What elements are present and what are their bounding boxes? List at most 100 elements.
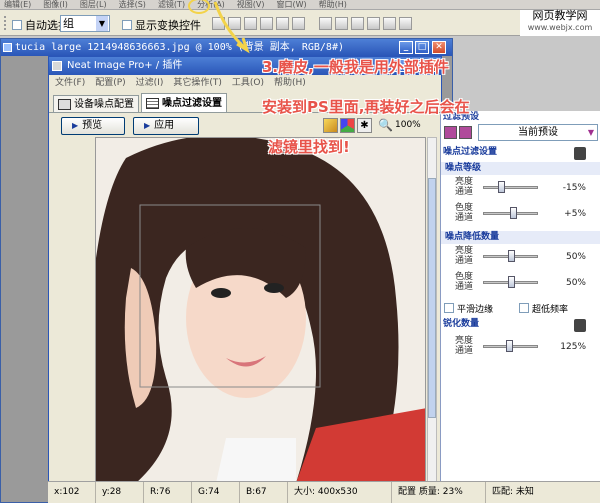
grip-icon	[4, 16, 10, 30]
chevron-down-icon: ▼	[587, 128, 594, 137]
slider-row: 亮度通道 125%	[441, 334, 600, 360]
status-x: x:102	[48, 482, 96, 503]
ps-menubar: 编辑(E) 图像(I) 图层(L) 选择(S) 滤镜(T) 分析(A) 视图(V) 窗口(W)…	[0, 0, 600, 10]
annotation-arrow	[188, 0, 250, 54]
tab-noise-filter-settings[interactable]: 噪点过滤设置	[141, 93, 227, 113]
zoom-level: 100%	[395, 120, 421, 130]
slider-track[interactable]	[483, 207, 538, 219]
note-step: 3.磨皮,一般我是用外部插件	[262, 58, 449, 76]
distribute-left-icon[interactable]	[367, 17, 380, 30]
status-size: 大小: 400x530	[288, 482, 392, 503]
ultra-low-freq-label: 超低频率	[532, 305, 569, 315]
watermark: 网页教学网 www.webjx.com	[520, 10, 600, 36]
status-match: 匹配: 未知	[492, 487, 534, 497]
apply-label: 应用	[154, 120, 175, 131]
slider-thumb[interactable]	[508, 250, 515, 262]
slider-label: 色度通道	[454, 203, 473, 223]
ps-menu-item[interactable]: 帮助(H)	[319, 0, 347, 9]
smooth-edges-checkbox[interactable]	[444, 303, 454, 313]
trash-icon[interactable]	[574, 147, 586, 160]
filter-icon	[146, 98, 159, 109]
ps-menu-item[interactable]: 图像(I)	[43, 0, 68, 9]
ni-menu-item[interactable]: 文件(F)	[55, 75, 85, 91]
portrait-photo	[96, 138, 425, 481]
slider-row: 亮度通道 -15%	[441, 175, 600, 201]
tab-device-noise-profile[interactable]: 设备噪点配置	[53, 95, 139, 113]
distribute-center-icon[interactable]	[383, 17, 396, 30]
neat-image-title: Neat Image Pro+ / 插件	[67, 60, 183, 71]
options-row: 平滑边缘 超低频率	[441, 300, 600, 316]
presets-row: 当前预设 ▼	[441, 124, 600, 142]
auto-select-value: 组	[63, 17, 74, 30]
slider-value: -15%	[562, 183, 586, 193]
ps-menu-item[interactable]: 编辑(E)	[4, 0, 31, 9]
color-icon[interactable]	[340, 118, 355, 133]
show-transform-checkbox[interactable]	[122, 20, 132, 30]
auto-select-checkbox[interactable]	[12, 20, 22, 30]
ps-menu-item[interactable]: 选择(S)	[119, 0, 146, 9]
distribute-right-icon[interactable]	[399, 17, 412, 30]
ni-menu-item[interactable]: 工具(O)	[232, 75, 264, 91]
slider-label: 亮度通道	[454, 336, 473, 356]
doc-close-button[interactable]: ✕	[432, 41, 446, 54]
slider-track[interactable]	[483, 340, 538, 352]
distribute-top-icon[interactable]	[319, 17, 332, 30]
doc-maximize-button[interactable]: □	[415, 41, 429, 54]
slider-value: +5%	[564, 209, 586, 219]
ps-menu-item[interactable]: 滤镜(T)	[158, 0, 185, 9]
preview-label: 预览	[82, 120, 103, 131]
slider-row: 亮度通道 50%	[441, 244, 600, 270]
note-find: 滤镜里找到!	[268, 138, 350, 156]
slider-label: 亮度通道	[454, 246, 473, 266]
tab-noise-filter-label: 噪点过滤设置	[162, 97, 222, 109]
ultra-low-freq-checkbox[interactable]	[519, 303, 529, 313]
ni-menu-item[interactable]: 其它操作(T)	[173, 75, 222, 91]
filter-settings-panel: 过滤预设 当前预设 ▼ 噪点过滤设置 噪点等级 亮度通道 -15% 色度通道 +5% …	[440, 111, 600, 481]
copy-icon[interactable]	[323, 118, 338, 133]
preset-dropdown[interactable]: 当前预设 ▼	[478, 124, 598, 141]
slider-thumb[interactable]	[498, 181, 506, 193]
slider-value: 50%	[565, 278, 586, 288]
watermark-title: 网页教学网	[532, 9, 588, 22]
preview-button[interactable]: ▶ 预览	[61, 117, 125, 135]
auto-select-dropdown[interactable]: 组 ▼	[60, 15, 110, 32]
slider-track[interactable]	[483, 276, 538, 288]
slider-label: 亮度通道	[454, 177, 473, 197]
distribute-bottom-icon[interactable]	[351, 17, 364, 30]
preview-image[interactable]	[95, 137, 426, 482]
note-install: 安装到PS里面,再装好之后会在	[262, 98, 470, 116]
ni-menu-item[interactable]: 帮助(H)	[274, 75, 306, 91]
align-right-icon[interactable]	[292, 17, 305, 30]
tab-device-noise-label: 设备噪点配置	[74, 98, 134, 110]
slider-track[interactable]	[483, 250, 538, 262]
noise-level-sliders: 亮度通道 -15% 色度通道 +5%	[441, 175, 600, 227]
status-bar: x:102 y:28 R:76 G:74 B:67 大小: 400x530 配置…	[48, 481, 600, 503]
tab-strip: 设备噪点配置 噪点过滤设置	[53, 93, 227, 113]
load-preset-icon[interactable]	[444, 126, 457, 139]
preview-scrollbar[interactable]	[427, 137, 437, 482]
scrollbar-thumb[interactable]	[428, 178, 436, 418]
doc-minimize-button[interactable]: _	[399, 41, 413, 54]
neat-image-window: Neat Image Pro+ / 插件 _ □ ✕ 文件(F) 配置(P) 过滤(…	[48, 56, 442, 503]
slider-row: 色度通道 50%	[441, 270, 600, 296]
zoom-icon[interactable]: 🔍	[378, 118, 393, 132]
ni-menu-item[interactable]: 过滤(I)	[136, 75, 164, 91]
apply-button[interactable]: ▶ 应用	[133, 117, 199, 135]
distribute-middle-icon[interactable]	[335, 17, 348, 30]
save-preset-icon[interactable]	[459, 126, 472, 139]
status-y: y:28	[96, 482, 144, 503]
settings-icon[interactable]: ✱	[357, 118, 372, 133]
slider-thumb[interactable]	[510, 207, 518, 219]
ps-menu-item[interactable]: 图层(L)	[80, 0, 107, 9]
slider-row: 色度通道 +5%	[441, 201, 600, 227]
ni-menu-item[interactable]: 配置(P)	[95, 75, 125, 91]
slider-track[interactable]	[483, 181, 538, 193]
sharpen-row: 锐化数量	[441, 318, 600, 334]
slider-thumb[interactable]	[505, 340, 513, 352]
slider-thumb[interactable]	[508, 276, 515, 288]
smooth-edges-label: 平滑边缘	[457, 305, 494, 315]
status-b: B:67	[240, 482, 288, 503]
slider-label: 色度通道	[454, 272, 473, 292]
trash-icon[interactable]	[574, 319, 586, 332]
sharpen-sliders: 亮度通道 125%	[441, 334, 600, 360]
